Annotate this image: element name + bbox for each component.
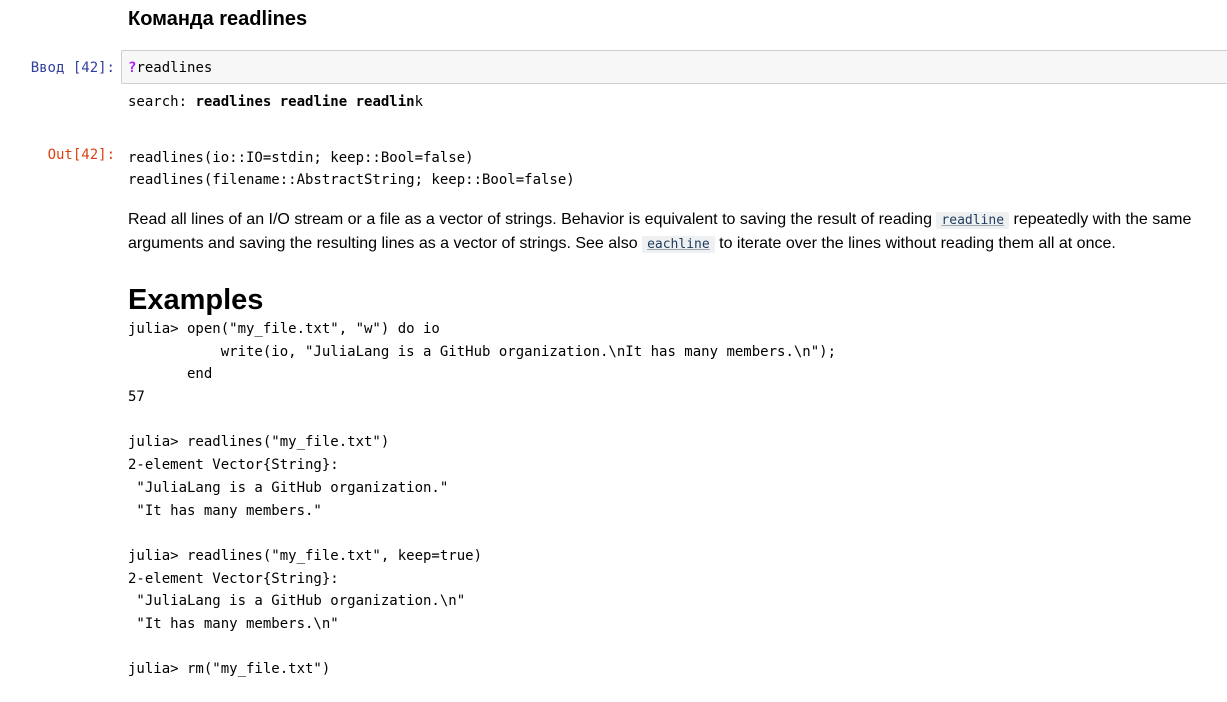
examples-heading: Examples bbox=[128, 284, 264, 316]
code-line: 2-element Vector{String}: bbox=[128, 457, 339, 474]
code-line: "It has many members." bbox=[128, 502, 322, 519]
code-line: julia> readlines("my_file.txt", keep=tru… bbox=[128, 547, 483, 564]
code-line: 2-element Vector{String}: bbox=[128, 570, 339, 587]
code-input-cell[interactable]: ?readlines bbox=[121, 50, 1227, 84]
code-line: julia> open("my_file.txt", "w") do io bbox=[128, 321, 440, 337]
doc-description: Read all lines of an I/O stream or a fil… bbox=[128, 208, 1208, 256]
desc-text: Read all lines of an I/O stream or a fil… bbox=[128, 211, 937, 228]
section-heading: Команда readlines bbox=[128, 8, 308, 30]
code-line: "JuliaLang is a GitHub organization." bbox=[128, 479, 449, 496]
input-prompt: Ввод [42]: bbox=[30, 60, 115, 76]
output-prompt: Out[42]: bbox=[47, 147, 115, 163]
readline-link[interactable]: readline bbox=[936, 212, 1010, 229]
code-line: julia> readlines("my_file.txt") bbox=[128, 434, 390, 451]
code-line: julia> rm("my_file.txt") bbox=[128, 661, 331, 678]
examples-code-block: julia> open("my_file.txt", "w") do io wr… bbox=[128, 318, 836, 681]
search-tail: k bbox=[414, 94, 424, 110]
code-input-text[interactable]: ?readlines bbox=[128, 59, 212, 77]
search-label: search: bbox=[128, 94, 196, 110]
search-results: search: readlines readline readlink bbox=[128, 93, 423, 111]
code-line: write(io, "JuliaLang is a GitHub organiz… bbox=[128, 343, 837, 360]
code-line: "JuliaLang is a GitHub organization.\n" bbox=[128, 593, 466, 610]
code-line: 57 bbox=[128, 389, 145, 406]
signature-line: readlines(filename::AbstractString; keep… bbox=[128, 172, 575, 188]
desc-text: to iterate over the lines without readin… bbox=[714, 235, 1116, 252]
code-line: "It has many members.\n" bbox=[128, 615, 339, 632]
search-matches: readlines readline readlin bbox=[195, 94, 415, 110]
signature-line: readlines(io::IO=stdin; keep::Bool=false… bbox=[128, 150, 474, 166]
input-code: readlines bbox=[136, 60, 213, 76]
eachline-link[interactable]: eachline bbox=[642, 236, 715, 253]
code-line: end bbox=[128, 366, 213, 383]
